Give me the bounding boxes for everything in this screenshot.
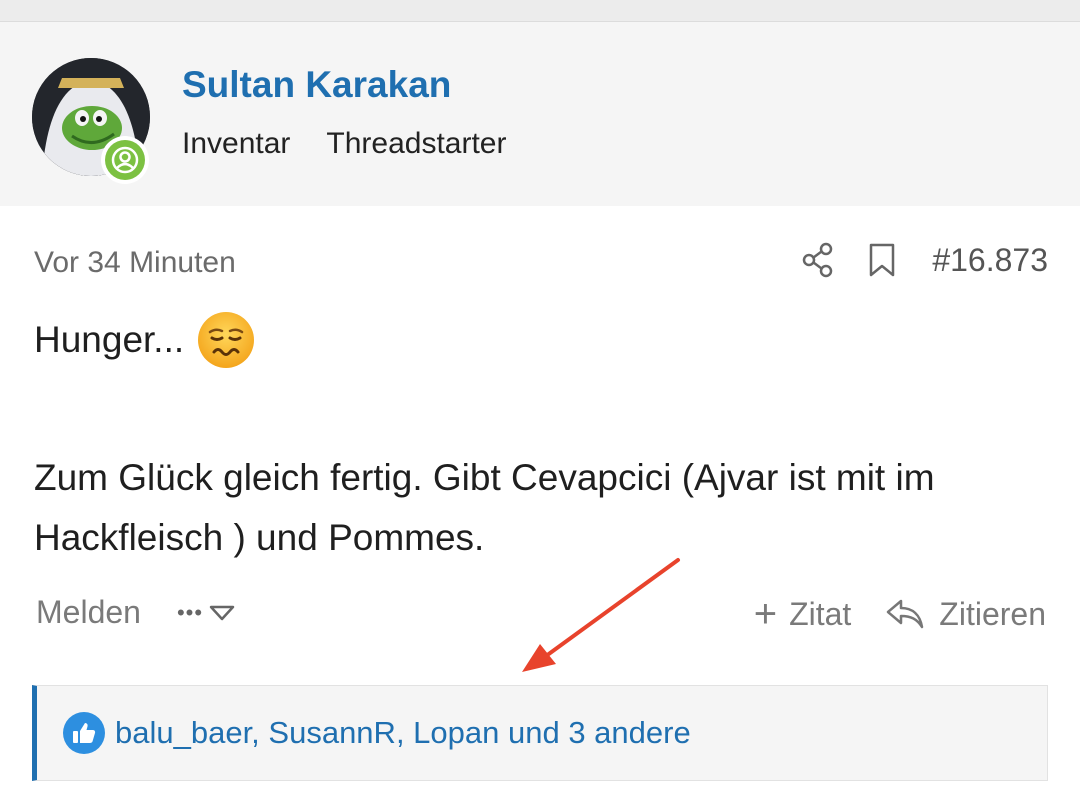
online-status-icon [101, 136, 149, 184]
badge-threadstarter: Threadstarter [326, 127, 507, 160]
report-button[interactable]: Melden [36, 594, 141, 631]
bookmark-icon[interactable] [866, 240, 898, 280]
add-quote-button[interactable]: + Zitat [754, 594, 852, 634]
post-content: Hunger... Zum Glück gleich fertig. Gibt … [34, 310, 1054, 568]
post-footer-right: + Zitat Zitieren [754, 594, 1046, 634]
add-quote-label: Zitat [789, 595, 852, 632]
top-bar [0, 0, 1080, 22]
post-header [0, 22, 1080, 206]
post-timestamp[interactable]: Vor 34 Minuten [34, 246, 236, 280]
badge-inventar: Inventar [182, 127, 291, 160]
quote-reply-button[interactable]: Zitieren [885, 596, 1046, 633]
weary-face-emoji-icon [196, 310, 256, 370]
chevron-down-icon [209, 605, 235, 620]
post-actions-top: #16.873 [800, 240, 1048, 280]
plus-icon: + [753, 592, 778, 636]
more-dots-icon: ••• [176, 599, 204, 625]
more-options-button[interactable]: ••• [177, 600, 235, 626]
reactions-bar[interactable]: balu_baer, SusannR, Lopan und 3 andere [32, 685, 1048, 781]
post-number-link[interactable]: #16.873 [932, 242, 1048, 279]
reaction-users-link[interactable]: balu_baer, SusannR, Lopan und 3 andere [115, 715, 691, 751]
annotation-arrow-icon [522, 558, 680, 672]
thumbs-up-icon [63, 712, 105, 754]
post-text-line: Hunger... [34, 318, 185, 360]
username-link[interactable]: Sultan Karakan [182, 64, 451, 106]
post-footer-left: Melden ••• [36, 594, 235, 631]
share-icon[interactable] [800, 240, 836, 280]
user-badges: Inventar Threadstarter [182, 127, 506, 161]
quote-reply-label: Zitieren [939, 595, 1046, 632]
reply-icon [887, 599, 924, 629]
